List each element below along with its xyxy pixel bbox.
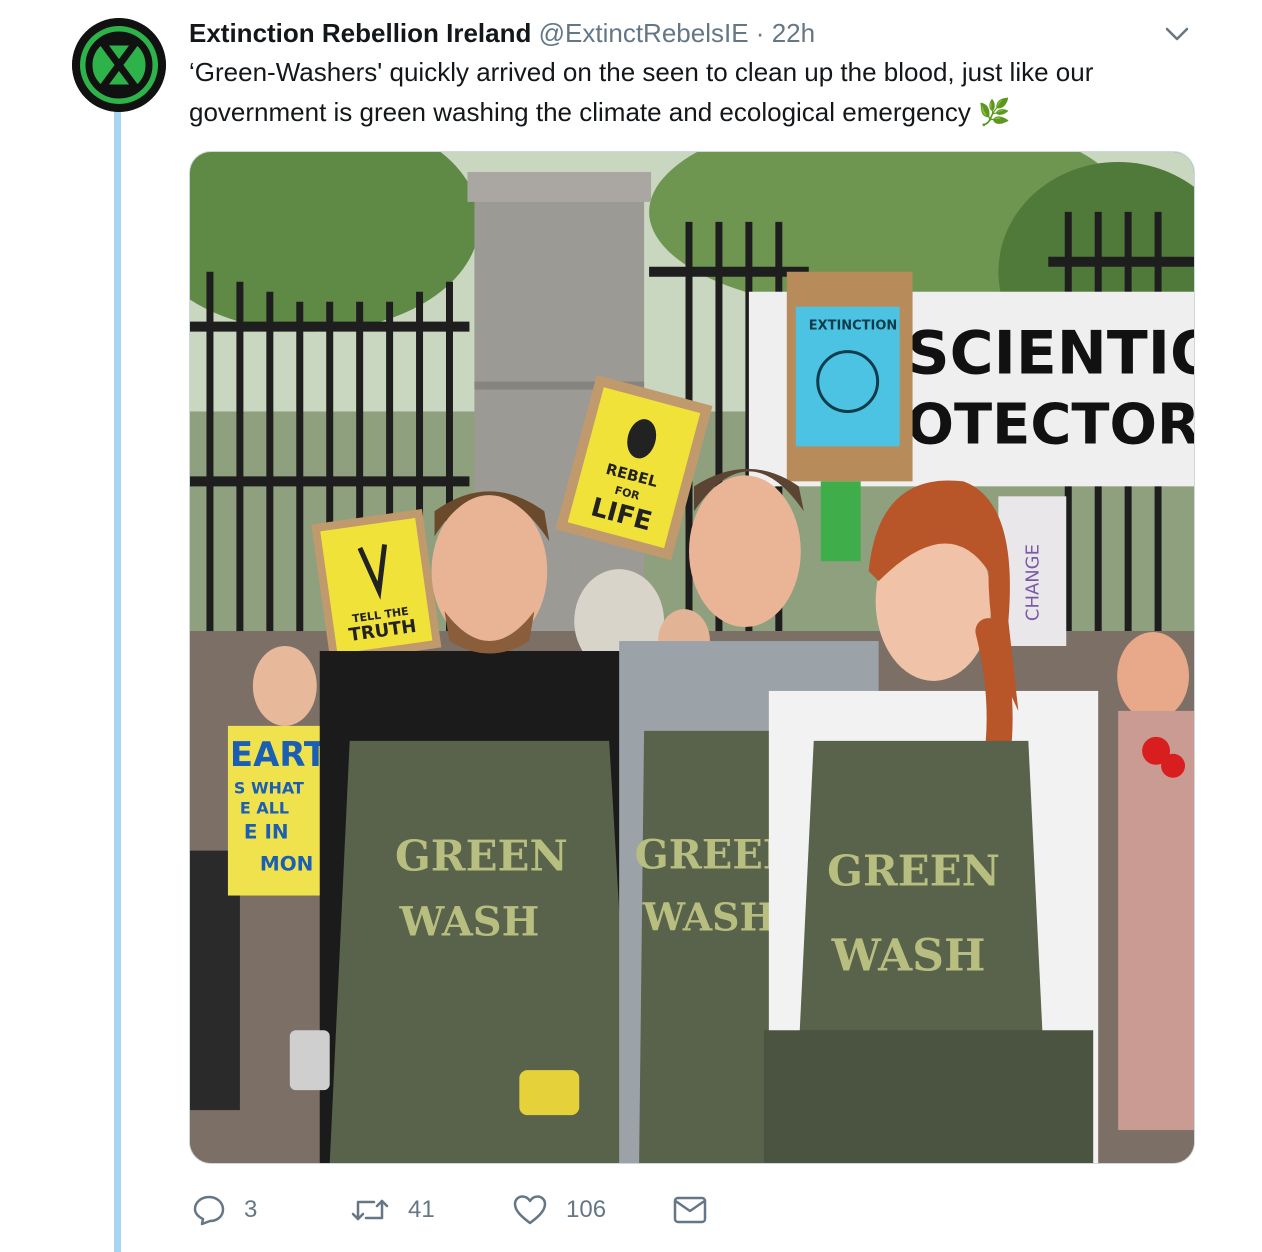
timestamp[interactable]: 22h <box>772 18 815 48</box>
direct-message-button[interactable] <box>672 1188 708 1232</box>
reply-count: 3 <box>244 1196 258 1223</box>
tweet-text: ‘Green-Washers' quickly arrived on the s… <box>189 52 1199 132</box>
tweet-header: Extinction Rebellion Ireland @ExtinctReb… <box>189 16 1182 50</box>
like-count: 106 <box>566 1196 607 1223</box>
retweet-icon <box>351 1199 389 1221</box>
extinction-symbol-icon <box>72 18 166 112</box>
like-button[interactable]: 106 <box>512 1188 606 1232</box>
apron-1-wash: WASH <box>399 899 540 945</box>
chevron-down-icon[interactable] <box>1162 22 1192 46</box>
earth-sign-line-3: E ALL <box>240 799 289 818</box>
envelope-icon <box>673 1196 707 1224</box>
retweet-count: 41 <box>408 1196 435 1223</box>
change-sign-text: CHANGE <box>1022 544 1043 621</box>
protest-photo: SCIENTIOUS OTECTORS EXTINCTION CHANGE RE… <box>190 152 1194 1163</box>
banner-text-1: SCIENTIOUS <box>907 319 1194 389</box>
herb-emoji: 🌿 <box>978 97 1011 127</box>
reply-icon <box>193 1195 225 1226</box>
earth-sign-line-4: E IN <box>244 820 289 844</box>
user-handle[interactable]: @ExtinctRebelsIE <box>539 18 749 48</box>
banner-text-2: OTECTORS <box>907 392 1194 457</box>
apron-3-green: GREEN <box>827 847 1000 896</box>
apron-3-wash: WASH <box>831 930 986 981</box>
apron-2-wash: WASH <box>642 894 776 939</box>
extinction-sign-text: EXTINCTION <box>809 319 897 334</box>
thread-line <box>114 110 121 1252</box>
apron-1-green: GREEN <box>395 832 568 881</box>
tweet-body: ‘Green-Washers' quickly arrived on the s… <box>189 57 1094 127</box>
separator-dot: · <box>755 18 765 48</box>
earth-sign-line-5: MON <box>260 852 314 876</box>
earth-sign-line-2: S WHAT <box>234 779 304 798</box>
reply-button[interactable]: 3 <box>192 1188 257 1232</box>
retweet-button[interactable]: 41 <box>350 1188 435 1232</box>
tweet-photo[interactable]: SCIENTIOUS OTECTORS EXTINCTION CHANGE RE… <box>189 151 1195 1164</box>
display-name[interactable]: Extinction Rebellion Ireland <box>189 18 531 48</box>
tweet-actions: 3 41 106 <box>192 1188 752 1232</box>
avatar[interactable] <box>72 18 166 112</box>
heart-icon <box>513 1195 547 1225</box>
